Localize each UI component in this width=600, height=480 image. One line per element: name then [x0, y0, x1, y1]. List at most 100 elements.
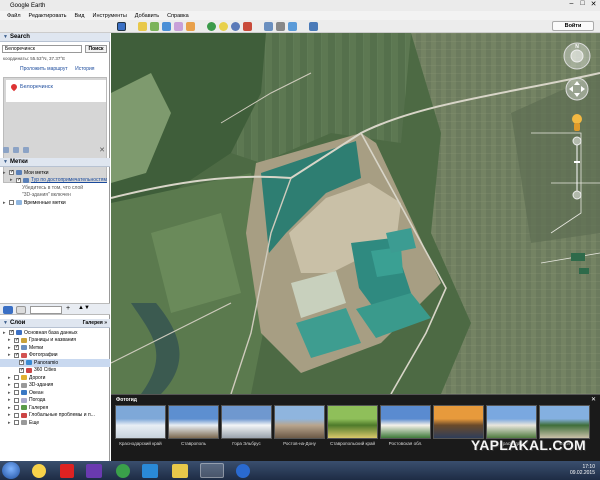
expand-icon[interactable]: ▸: [8, 420, 13, 426]
folder-icon[interactable]: [172, 464, 188, 478]
satellite-imagery[interactable]: [111, 33, 600, 394]
menu-edit[interactable]: Редактировать: [25, 13, 71, 19]
skype-icon[interactable]: [200, 463, 224, 478]
places-item[interactable]: Убедитесь в том, что слой: [0, 184, 110, 192]
layer-item[interactable]: ▸ Основная база данных: [0, 329, 110, 337]
photo-thumbnail[interactable]: [115, 405, 166, 439]
placemark-icon[interactable]: [138, 22, 147, 31]
layer-toggle-button[interactable]: [16, 306, 26, 314]
map-view[interactable]: N: [111, 33, 600, 394]
layer-item[interactable]: ▸ Фотографии: [0, 352, 110, 360]
checkbox[interactable]: [14, 420, 19, 426]
directions-link[interactable]: Проложить маршрут: [20, 66, 68, 72]
add-icon[interactable]: +: [66, 305, 70, 312]
sign-in-button[interactable]: Войти: [552, 21, 594, 31]
save-image-icon[interactable]: [288, 22, 297, 31]
menu-help[interactable]: Справка: [163, 13, 193, 19]
history-link[interactable]: История: [75, 66, 94, 72]
close-button[interactable]: ✕: [589, 0, 598, 8]
checkbox[interactable]: [14, 382, 19, 388]
places-item[interactable]: ▸ Временные метки: [0, 199, 110, 207]
planets-icon[interactable]: [231, 22, 240, 31]
clock[interactable]: 17:10 09.02.2015: [570, 464, 595, 476]
history-icon[interactable]: [207, 22, 216, 31]
photo-thumbnail[interactable]: [433, 405, 484, 439]
opacity-slider[interactable]: [30, 306, 62, 314]
search-input[interactable]: Белоречинск: [2, 45, 82, 53]
layer-item[interactable]: ▸ Галерея: [0, 404, 110, 412]
print-icon[interactable]: [276, 22, 285, 31]
photo-thumbnail[interactable]: [221, 405, 272, 439]
menu-file[interactable]: Файл: [3, 13, 25, 19]
photo-thumbnail[interactable]: [327, 405, 378, 439]
close-icon[interactable]: ✕: [591, 396, 596, 403]
maximize-button[interactable]: □: [578, 0, 587, 8]
places-header[interactable]: ▼ Метки: [0, 158, 110, 167]
copy-icon[interactable]: [13, 147, 19, 153]
layer-item[interactable]: ▸ Погода: [0, 397, 110, 405]
checkbox[interactable]: [14, 390, 19, 396]
checkbox[interactable]: [9, 169, 14, 176]
layer-item[interactable]: Panoramio: [0, 359, 110, 367]
layer-item[interactable]: ▸ Еще: [0, 419, 110, 427]
layers-header[interactable]: ▼ Слои Галерея »: [0, 319, 110, 328]
photo-thumbnail[interactable]: [274, 405, 325, 439]
photo-thumbnail[interactable]: [380, 405, 431, 439]
navigation-controls[interactable]: N: [562, 41, 592, 201]
menu-add[interactable]: Добавить: [131, 13, 163, 19]
expand-icon[interactable]: ▸: [3, 330, 8, 336]
folder-icon[interactable]: [3, 147, 9, 153]
result-name[interactable]: Белоречинск: [20, 84, 53, 90]
tour-icon[interactable]: [186, 22, 195, 31]
places-item[interactable]: ▸ Мои метки: [0, 169, 110, 177]
layer-item[interactable]: ▸ Метки: [0, 344, 110, 352]
expand-icon[interactable]: ▸: [8, 390, 13, 396]
layer-item[interactable]: ▸ Океан: [0, 389, 110, 397]
checkbox[interactable]: [14, 352, 19, 358]
maps-icon[interactable]: [309, 22, 318, 31]
checkbox[interactable]: [9, 329, 14, 336]
checkbox[interactable]: [9, 200, 14, 206]
places-item[interactable]: ▸ Тур по достопримечательностям: [0, 177, 110, 185]
expand-icon[interactable]: ▸: [8, 375, 13, 381]
explorer-icon[interactable]: [142, 464, 158, 478]
expand-icon[interactable]: ▸: [10, 177, 15, 183]
photo-thumbnail[interactable]: [486, 405, 537, 439]
expand-icon[interactable]: ▸: [8, 405, 13, 411]
clear-search-icon[interactable]: ✕: [99, 146, 105, 154]
photo-thumbnail[interactable]: [539, 405, 590, 439]
overlay-icon[interactable]: [174, 22, 183, 31]
expand-icon[interactable]: ▸: [8, 337, 13, 343]
checkbox[interactable]: [19, 367, 24, 373]
checkbox[interactable]: [14, 344, 19, 351]
polygon-icon[interactable]: [150, 22, 159, 31]
media-icon[interactable]: [86, 464, 102, 478]
photo-thumbnail[interactable]: [168, 405, 219, 439]
minimize-button[interactable]: –: [567, 0, 576, 8]
expand-icon[interactable]: ▸: [8, 382, 13, 388]
messenger-icon[interactable]: [116, 464, 130, 478]
checkbox[interactable]: [16, 177, 21, 183]
google-earth-icon[interactable]: [236, 464, 250, 478]
expand-icon[interactable]: ▸: [3, 200, 8, 206]
start-button[interactable]: [2, 462, 20, 479]
search-header[interactable]: ▼ Search: [0, 33, 110, 42]
sidebar-toggle-icon[interactable]: [117, 22, 126, 31]
checkbox[interactable]: [14, 337, 19, 343]
expand-icon[interactable]: ▸: [8, 352, 13, 358]
chrome-icon[interactable]: [32, 464, 46, 478]
path-icon[interactable]: [162, 22, 171, 31]
result-item[interactable]: Белоречинск: [6, 80, 106, 102]
search-button[interactable]: Поиск: [85, 45, 107, 53]
move-arrows-icon[interactable]: ▲▼: [78, 305, 90, 311]
layer-item[interactable]: ▸ Границы и названия: [0, 337, 110, 345]
checkbox[interactable]: [14, 375, 19, 381]
yandex-icon[interactable]: [60, 464, 74, 478]
menu-view[interactable]: Вид: [71, 13, 89, 19]
layer-item[interactable]: ▸ 3D-здания: [0, 382, 110, 390]
gallery-link[interactable]: Галерея »: [83, 320, 107, 326]
layer-item[interactable]: ▸ Глобальные проблемы и п...: [0, 412, 110, 420]
places-item[interactable]: "3D-здания" включен: [0, 192, 110, 200]
checkbox[interactable]: [19, 359, 24, 366]
expand-icon[interactable]: ▸: [8, 345, 13, 351]
